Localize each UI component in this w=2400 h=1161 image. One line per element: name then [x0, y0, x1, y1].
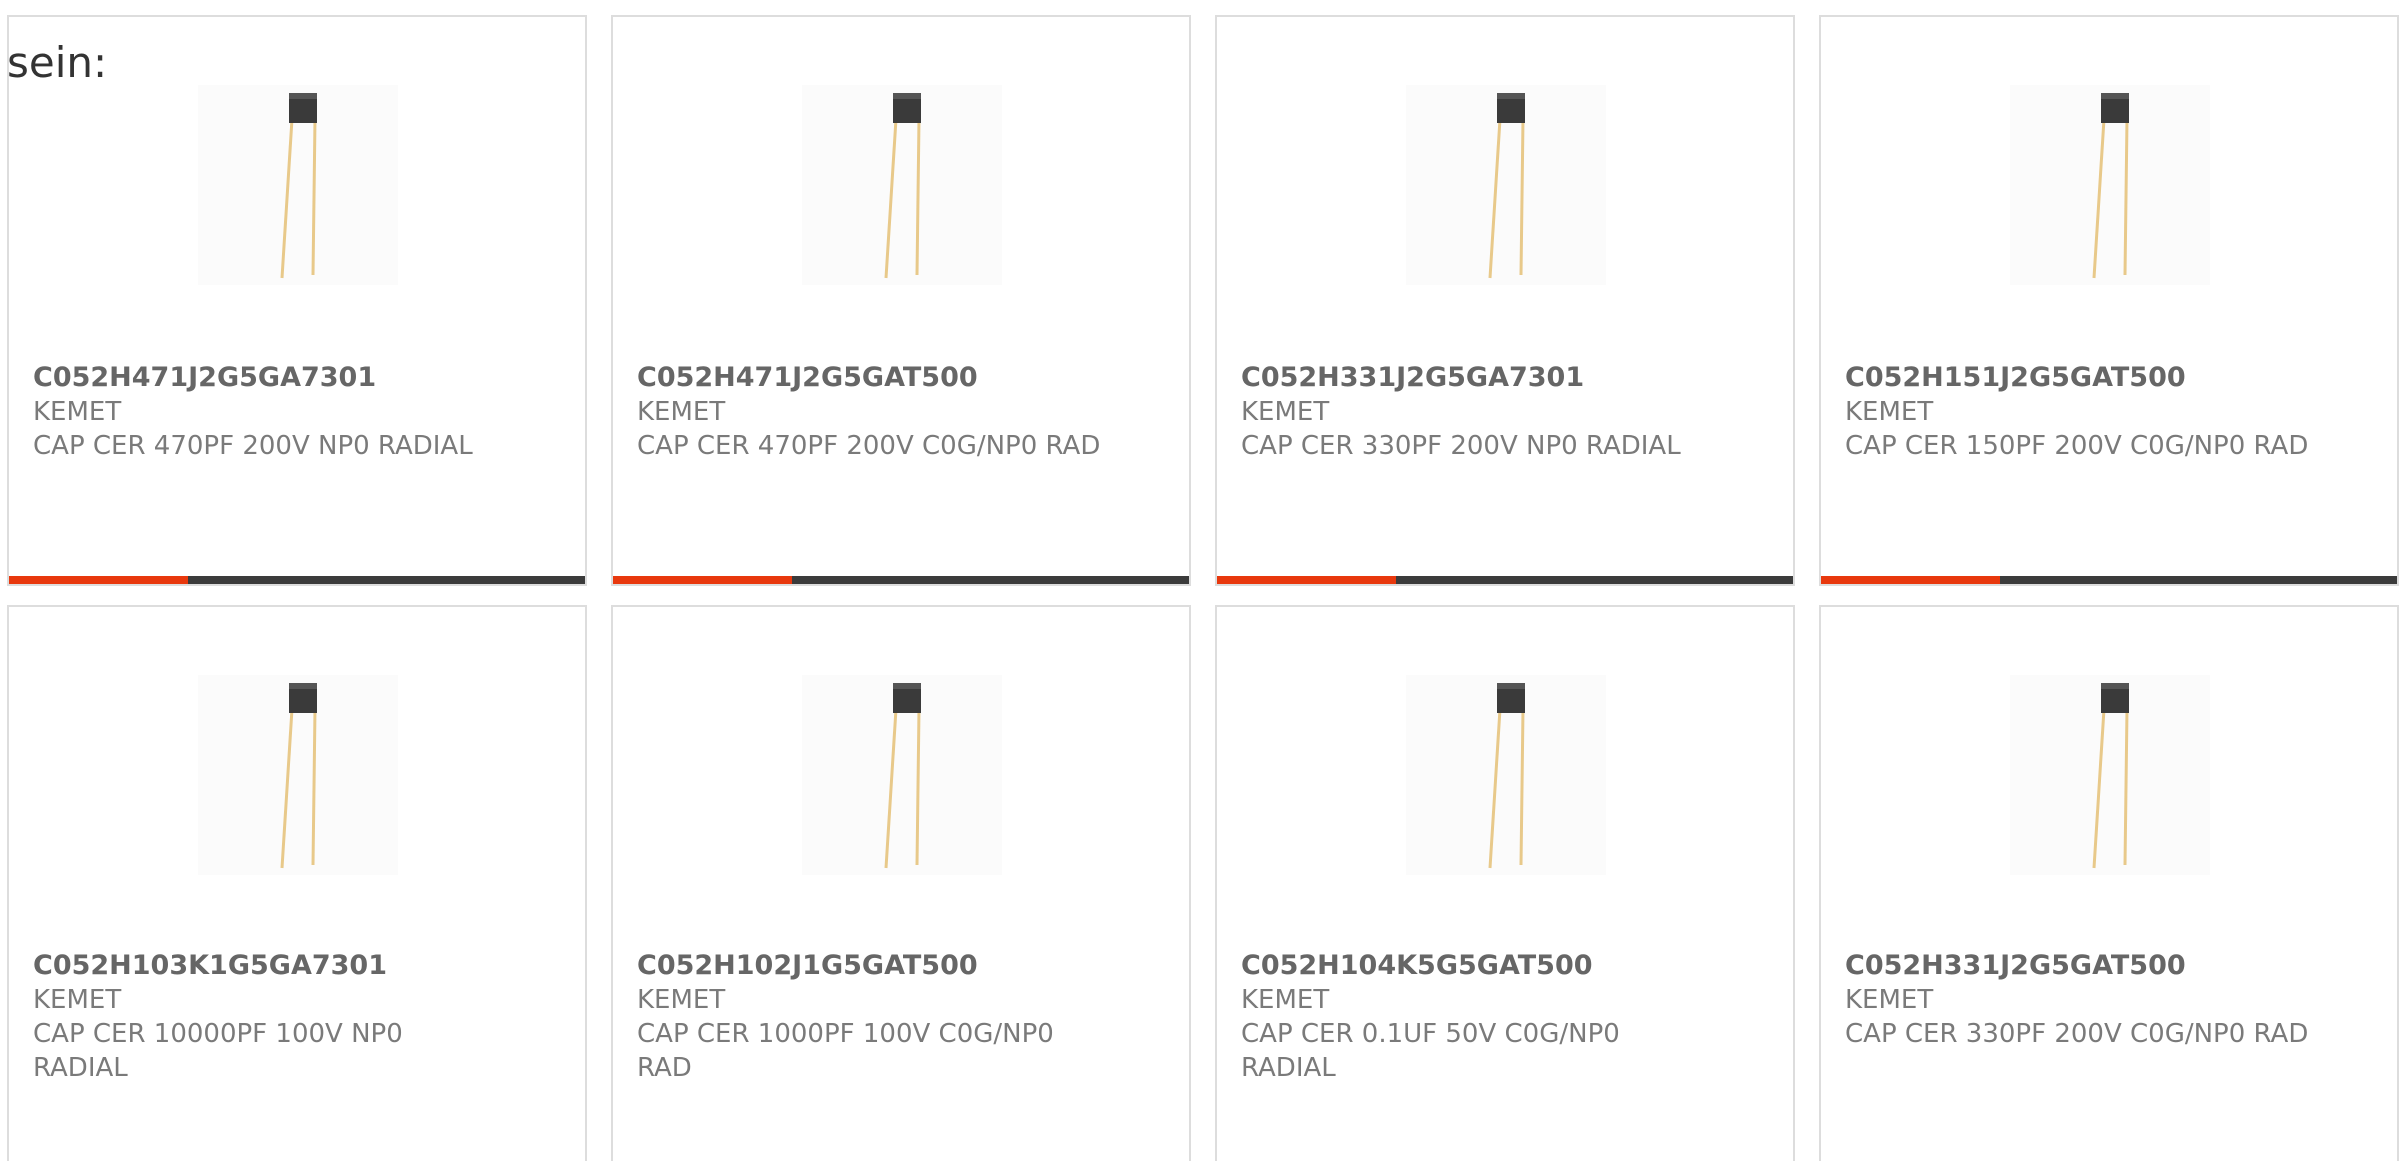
product-description: CAP CER 330PF 200V NP0 RADIAL	[1241, 431, 1681, 461]
manufacturer: KEMET	[1845, 397, 1934, 427]
radial-capacitor-icon	[2092, 683, 2129, 869]
product-info: C052H471J2G5GA7301 KEMET CAP CER 470PF 2…	[33, 361, 553, 463]
product-card[interactable]: C052H104K5G5GAT500 KEMET CAP CER 0.1UF 5…	[1215, 605, 1795, 1161]
part-number[interactable]: C052H151J2G5GAT500	[1845, 361, 2365, 395]
product-info: C052H104K5G5GAT500 KEMET CAP CER 0.1UF 5…	[1241, 949, 1761, 1085]
product-image[interactable]	[802, 675, 1002, 875]
product-description: CAP CER 1000PF 100V C0G/NP0 RAD	[637, 1019, 1054, 1083]
product-info: C052H471J2G5GAT500 KEMET CAP CER 470PF 2…	[637, 361, 1157, 463]
product-image[interactable]	[198, 675, 398, 875]
progress-bar	[1821, 576, 2397, 584]
intro-text: sein:	[7, 38, 108, 87]
part-number[interactable]: C052H471J2G5GA7301	[33, 361, 553, 395]
progress-bar	[613, 576, 1189, 584]
product-card[interactable]: C052H102J1G5GAT500 KEMET CAP CER 1000PF …	[611, 605, 1191, 1161]
part-number[interactable]: C052H104K5G5GAT500	[1241, 949, 1761, 983]
radial-capacitor-icon	[1488, 683, 1525, 869]
product-image[interactable]	[802, 85, 1002, 285]
product-card[interactable]: C052H331J2G5GAT500 KEMET CAP CER 330PF 2…	[1819, 605, 2399, 1161]
progress-fill	[1217, 576, 1396, 584]
part-number[interactable]: C052H331J2G5GAT500	[1845, 949, 2365, 983]
product-card[interactable]: C052H151J2G5GAT500 KEMET CAP CER 150PF 2…	[1819, 15, 2399, 586]
radial-capacitor-icon	[280, 683, 317, 869]
progress-fill	[613, 576, 792, 584]
radial-capacitor-icon	[1488, 93, 1525, 279]
product-info: C052H103K1G5GA7301 KEMET CAP CER 10000PF…	[33, 949, 553, 1085]
part-number[interactable]: C052H331J2G5GA7301	[1241, 361, 1761, 395]
part-number[interactable]: C052H103K1G5GA7301	[33, 949, 553, 983]
product-grid-page: sein: C052H471J2G5GA7301 KEMET CAP CER 4…	[0, 0, 2400, 1161]
product-description: CAP CER 150PF 200V C0G/NP0 RAD	[1845, 431, 2309, 461]
product-card[interactable]: C052H103K1G5GA7301 KEMET CAP CER 10000PF…	[7, 605, 587, 1161]
product-card[interactable]: C052H471J2G5GA7301 KEMET CAP CER 470PF 2…	[7, 15, 587, 586]
manufacturer: KEMET	[33, 985, 122, 1015]
product-image[interactable]	[2010, 675, 2210, 875]
part-number[interactable]: C052H471J2G5GAT500	[637, 361, 1157, 395]
product-info: C052H331J2G5GAT500 KEMET CAP CER 330PF 2…	[1845, 949, 2365, 1051]
product-image[interactable]	[1406, 85, 1606, 285]
manufacturer: KEMET	[1845, 985, 1934, 1015]
part-number[interactable]: C052H102J1G5GAT500	[637, 949, 1157, 983]
manufacturer: KEMET	[1241, 985, 1330, 1015]
product-description: CAP CER 470PF 200V C0G/NP0 RAD	[637, 431, 1101, 461]
progress-fill	[1821, 576, 2000, 584]
radial-capacitor-icon	[280, 93, 317, 279]
product-image[interactable]	[1406, 675, 1606, 875]
manufacturer: KEMET	[637, 985, 726, 1015]
manufacturer: KEMET	[637, 397, 726, 427]
product-description: CAP CER 470PF 200V NP0 RADIAL	[33, 431, 473, 461]
progress-fill	[9, 576, 188, 584]
progress-bar	[1217, 576, 1793, 584]
product-description: CAP CER 330PF 200V C0G/NP0 RAD	[1845, 1019, 2309, 1049]
product-info: C052H331J2G5GA7301 KEMET CAP CER 330PF 2…	[1241, 361, 1761, 463]
product-card[interactable]: C052H471J2G5GAT500 KEMET CAP CER 470PF 2…	[611, 15, 1191, 586]
product-image[interactable]	[2010, 85, 2210, 285]
product-description: CAP CER 10000PF 100V NP0 RADIAL	[33, 1019, 403, 1083]
product-card[interactable]: C052H331J2G5GA7301 KEMET CAP CER 330PF 2…	[1215, 15, 1795, 586]
product-image[interactable]	[198, 85, 398, 285]
product-info: C052H151J2G5GAT500 KEMET CAP CER 150PF 2…	[1845, 361, 2365, 463]
manufacturer: KEMET	[1241, 397, 1330, 427]
product-description: CAP CER 0.1UF 50V C0G/NP0 RADIAL	[1241, 1019, 1620, 1083]
product-info: C052H102J1G5GAT500 KEMET CAP CER 1000PF …	[637, 949, 1157, 1085]
radial-capacitor-icon	[2092, 93, 2129, 279]
radial-capacitor-icon	[884, 683, 921, 869]
progress-bar	[9, 576, 585, 584]
radial-capacitor-icon	[884, 93, 921, 279]
manufacturer: KEMET	[33, 397, 122, 427]
